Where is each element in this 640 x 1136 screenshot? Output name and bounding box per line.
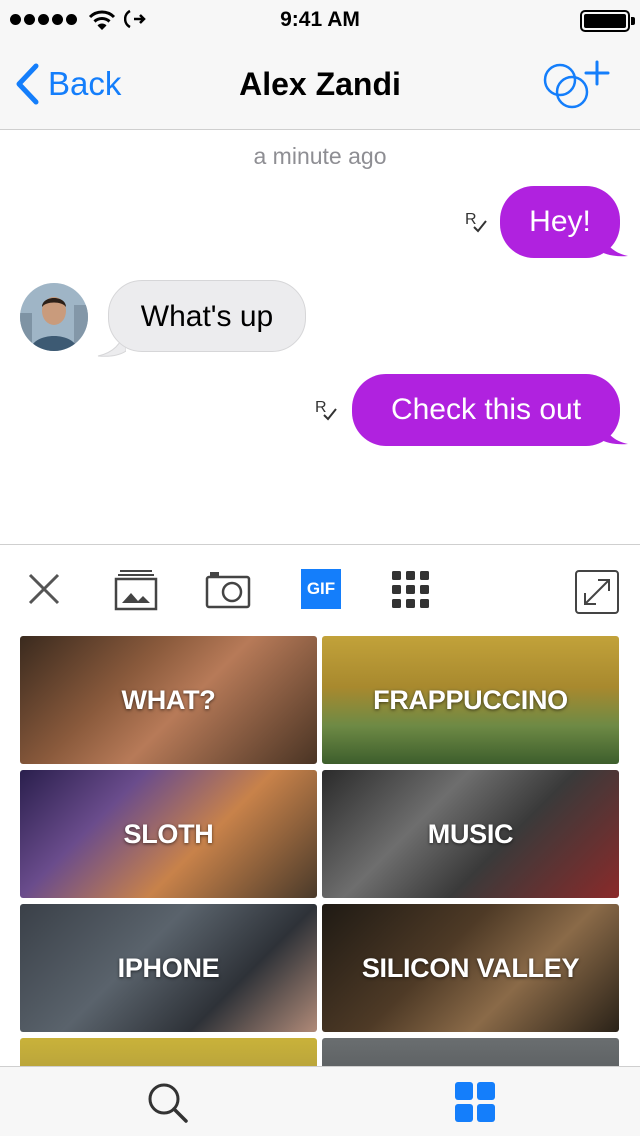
avatar[interactable] (20, 283, 88, 351)
gif-tile[interactable]: SILICON VALLEY (322, 904, 619, 1032)
media-toolbar: GIF (0, 544, 640, 636)
gif-tile[interactable]: WHAT? (20, 636, 317, 764)
gif-tile-label: SLOTH (123, 818, 214, 849)
camera-icon[interactable] (205, 569, 251, 609)
gif-tile[interactable]: IPHONE (20, 904, 317, 1032)
gif-tile[interactable]: MUSIC (322, 770, 619, 898)
gif-button[interactable]: GIF (301, 569, 341, 609)
chevron-left-icon (16, 63, 39, 105)
search-icon[interactable] (146, 1081, 190, 1125)
message-timestamp: a minute ago (253, 143, 387, 169)
navigation-bar: Back Alex Zandi (0, 40, 640, 130)
status-time: 9:41 AM (280, 8, 360, 31)
categories-grid-icon[interactable] (454, 1081, 496, 1123)
gif-tile[interactable]: FRAPPUCCINO (322, 636, 619, 764)
battery-nub (631, 17, 635, 25)
gif-grid: WHAT? FRAPPUCCINO SLOTH MUSIC IPHONE SIL… (0, 636, 640, 1066)
back-button[interactable]: Back (14, 62, 121, 106)
battery-icon (580, 10, 630, 32)
read-receipt-icon: R (464, 209, 490, 240)
message-bubble-incoming[interactable]: What's up (108, 280, 306, 352)
add-participant-icon[interactable] (540, 58, 612, 114)
gif-tile-label: FRAPPUCCINO (373, 684, 568, 715)
svg-text:R: R (465, 211, 477, 228)
status-bar: 9:41 AM (0, 0, 640, 40)
gif-tile[interactable] (20, 1038, 317, 1066)
message-bubble-outgoing[interactable]: Hey! (500, 186, 620, 258)
gif-tile[interactable] (322, 1038, 619, 1066)
back-label: Back (48, 65, 122, 102)
message-thread: a minute ago R Hey! What's up R Check th… (0, 131, 640, 544)
gif-tile-label: WHAT? (121, 684, 216, 715)
expand-icon[interactable] (574, 569, 620, 615)
photo-library-icon[interactable] (114, 569, 158, 611)
message-bubble-outgoing[interactable]: Check this out (352, 374, 620, 446)
svg-text:R: R (315, 399, 327, 416)
gif-tile-label: IPHONE (117, 952, 220, 983)
gif-tile-label: MUSIC (427, 818, 514, 849)
tab-bar (0, 1066, 640, 1136)
close-icon[interactable] (26, 569, 62, 609)
gif-tile[interactable]: SLOTH (20, 770, 317, 898)
conversation-title: Alex Zandi (239, 66, 401, 102)
gif-tile-label: SILICON VALLEY (361, 952, 580, 983)
read-receipt-icon: R (314, 397, 340, 428)
apps-grid-icon[interactable] (390, 569, 432, 611)
